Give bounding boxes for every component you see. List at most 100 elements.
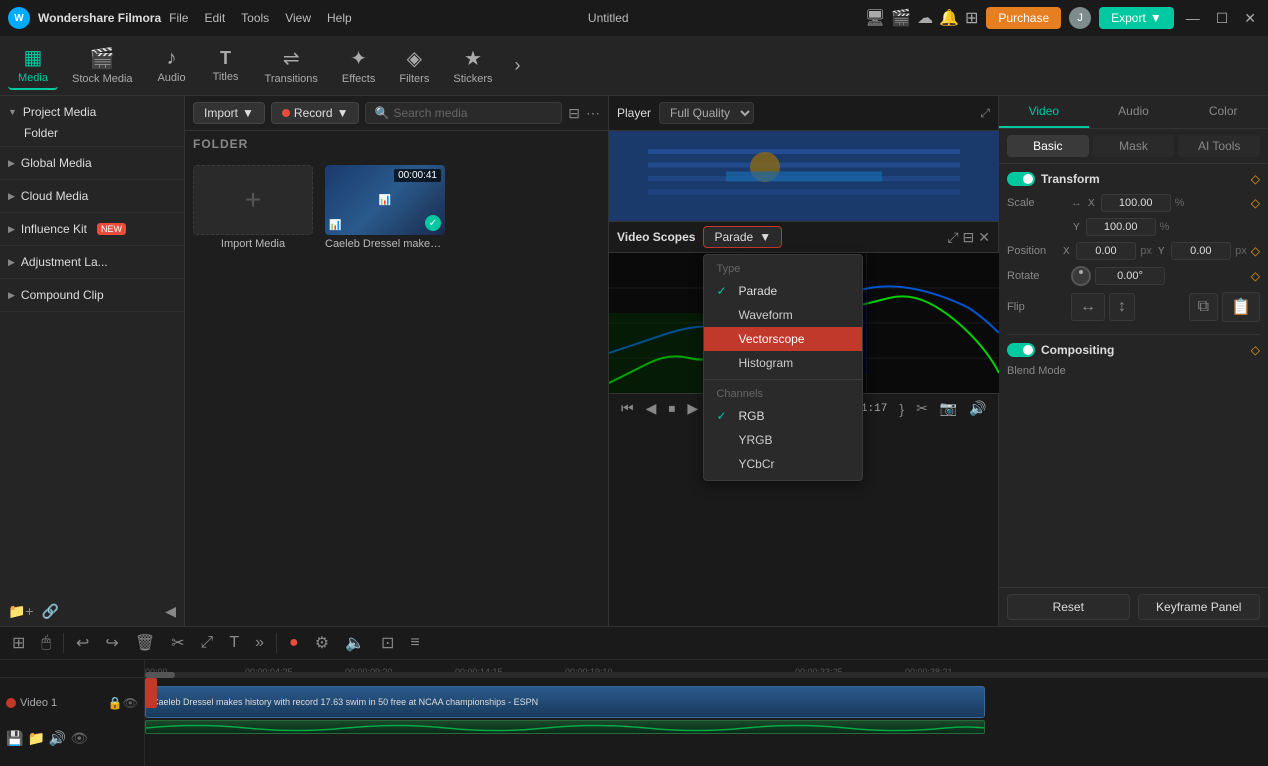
dropdown-histogram[interactable]: Histogram — [704, 351, 862, 375]
compound-clip-item[interactable]: ▶ Compound Clip — [8, 285, 176, 305]
tl-eye2-icon[interactable]: 👁 — [70, 730, 88, 747]
tl-record-icon[interactable]: ● — [285, 632, 303, 654]
position-keyframe[interactable]: ◇ — [1251, 244, 1260, 258]
compositing-toggle[interactable] — [1007, 343, 1035, 357]
menu-tools[interactable]: Tools — [241, 11, 269, 25]
position-x-value[interactable]: 0.00 — [1076, 242, 1137, 260]
maximize-button[interactable]: ☐ — [1212, 10, 1233, 27]
rotate-keyframe[interactable]: ◇ — [1251, 269, 1260, 283]
toolbar-filters[interactable]: ◈ Filters — [389, 42, 439, 89]
toolbar-audio[interactable]: ♪ Audio — [147, 43, 197, 88]
tl-cut-icon[interactable]: ✂ — [167, 631, 188, 655]
close-button[interactable]: ✕ — [1240, 10, 1260, 27]
more-options-icon[interactable]: ⋯ — [586, 105, 600, 122]
compositing-keyframe-icon[interactable]: ◇ — [1251, 343, 1260, 357]
playback-play[interactable]: ▶ — [683, 398, 702, 419]
tl-sound-icon[interactable]: 🔊 — [49, 730, 66, 747]
purchase-button[interactable]: Purchase — [986, 7, 1061, 29]
grid-icon[interactable]: ⊞ — [965, 8, 978, 28]
folder-label[interactable]: Folder — [24, 126, 58, 140]
reset-button[interactable]: Reset — [1007, 594, 1130, 620]
tl-crop-icon[interactable]: ⤢ — [197, 632, 218, 654]
record-button[interactable]: Record ▼ — [271, 102, 360, 124]
cloud-media-item[interactable]: ▶ Cloud Media — [8, 186, 176, 206]
keyframe-panel-button[interactable]: Keyframe Panel — [1138, 594, 1261, 620]
dropdown-waveform[interactable]: Waveform — [704, 303, 862, 327]
transform-toggle[interactable] — [1007, 172, 1035, 186]
toolbar-titles[interactable]: T Titles — [201, 44, 251, 87]
filter-icon[interactable]: ⊟ — [568, 105, 580, 122]
menu-view[interactable]: View — [285, 11, 311, 25]
flip-paste-button[interactable]: 📋 — [1222, 292, 1260, 322]
scale-y-value[interactable]: 100.00 — [1086, 218, 1156, 236]
scale-x-value[interactable]: 100.00 — [1101, 194, 1171, 212]
tl-clip[interactable]: Caeleb Dressel makes history with record… — [145, 686, 985, 718]
tl-text-icon[interactable]: T — [225, 632, 243, 654]
toolbar-transitions[interactable]: ⇌ Transitions — [255, 42, 328, 89]
quality-select[interactable]: Full Quality 1/2 Quality 1/4 Quality — [659, 102, 754, 124]
tl-layout-icon[interactable]: ⊡ — [377, 631, 398, 655]
tl-audio-icon[interactable]: 🔈 — [341, 631, 369, 655]
tl-undo-icon[interactable]: ↩ — [72, 631, 93, 655]
dropdown-ycbcr[interactable]: YCbCr — [704, 452, 862, 476]
clip-icon[interactable]: 🎬 — [891, 8, 911, 28]
menu-file[interactable]: File — [169, 11, 188, 25]
player-tab[interactable]: Player — [617, 106, 651, 120]
tl-delete-icon[interactable]: 🗑 — [131, 631, 159, 655]
scope-minimize-icon[interactable]: ⊟ — [963, 229, 975, 246]
playback-skip-back[interactable]: ⏮ — [617, 398, 638, 419]
tl-menu-icon[interactable]: ≡ — [406, 632, 423, 654]
tl-more-icon[interactable]: » — [251, 632, 268, 654]
toolbar-media[interactable]: ▦ Media — [8, 41, 58, 90]
playback-stop[interactable]: ⏹ — [664, 398, 679, 419]
playback-audio-icon[interactable]: 🔊 — [965, 398, 990, 419]
tab-color[interactable]: Color — [1178, 96, 1268, 128]
tl-scrollbar[interactable] — [145, 672, 1268, 678]
tl-folder-icon[interactable]: 📁 — [27, 730, 44, 747]
flip-copy-button[interactable]: ⧉ — [1189, 293, 1218, 321]
project-media-item[interactable]: ▼ Project Media — [8, 102, 176, 122]
bell-icon[interactable]: 🔔 — [939, 8, 959, 28]
influence-kit-item[interactable]: ▶ Influence Kit NEW — [8, 219, 176, 239]
toolbar-expand-button[interactable]: › — [506, 55, 528, 76]
dropdown-rgb[interactable]: ✓ RGB — [704, 404, 862, 428]
dropdown-vectorscope[interactable]: Vectorscope — [704, 327, 862, 351]
tl-redo-icon[interactable]: ↪ — [101, 631, 122, 655]
toolbar-stock-media[interactable]: 🎬 Stock Media — [62, 42, 143, 89]
caeleb-card[interactable]: 📊 00:00:41 ✓ 📊 Caeleb Dressel makes ... — [325, 165, 445, 250]
preview-expand-icon[interactable]: ⤢ — [980, 106, 990, 121]
dropdown-yrgb[interactable]: YRGB — [704, 428, 862, 452]
scope-expand-icon[interactable]: ⤢ — [947, 229, 958, 246]
transform-keyframe-icon[interactable]: ◇ — [1251, 172, 1260, 186]
position-y-value[interactable]: 0.00 — [1171, 242, 1232, 260]
tab-audio[interactable]: Audio — [1089, 96, 1179, 128]
playback-camera-icon[interactable]: 📷 — [936, 398, 961, 419]
tl-grid-icon[interactable]: ⊞ — [8, 631, 29, 655]
flip-horizontal-button[interactable]: ↔ — [1071, 293, 1105, 321]
global-media-item[interactable]: ▶ Global Media — [8, 153, 176, 173]
import-button[interactable]: Import ▼ — [193, 102, 265, 124]
tl-save-icon[interactable]: 💾 — [6, 730, 23, 747]
add-folder-icon[interactable]: 📁+ — [8, 603, 34, 620]
playback-markers-icon[interactable]: } — [895, 399, 908, 419]
parade-dropdown-button[interactable]: Parade ▼ — [703, 226, 782, 248]
minimize-button[interactable]: — — [1182, 10, 1204, 26]
adjustment-la-item[interactable]: ▶ Adjustment La... — [8, 252, 176, 272]
export-button[interactable]: Export ▼ — [1099, 7, 1174, 29]
track-lock-icon[interactable]: 🔒 — [108, 696, 123, 710]
subtab-ai-tools[interactable]: AI Tools — [1178, 135, 1260, 157]
rotate-wheel[interactable] — [1071, 266, 1091, 286]
link-icon[interactable]: 🔗 — [42, 603, 59, 620]
collapse-icon[interactable]: ◀ — [165, 603, 176, 620]
toolbar-stickers[interactable]: ★ Stickers — [443, 42, 502, 89]
flip-vertical-button[interactable]: ↕ — [1109, 293, 1135, 321]
tab-video[interactable]: Video — [999, 96, 1089, 128]
toolbar-effects[interactable]: ✦ Effects — [332, 42, 385, 89]
playback-cut-icon[interactable]: ✂ — [912, 398, 932, 419]
subtab-mask[interactable]: Mask — [1093, 135, 1175, 157]
search-placeholder[interactable]: Search media — [393, 106, 467, 120]
menu-help[interactable]: Help — [327, 11, 352, 25]
menu-edit[interactable]: Edit — [204, 11, 225, 25]
playback-prev-frame[interactable]: ◀ — [642, 398, 661, 419]
tl-settings-icon[interactable]: ⚙ — [311, 631, 333, 655]
